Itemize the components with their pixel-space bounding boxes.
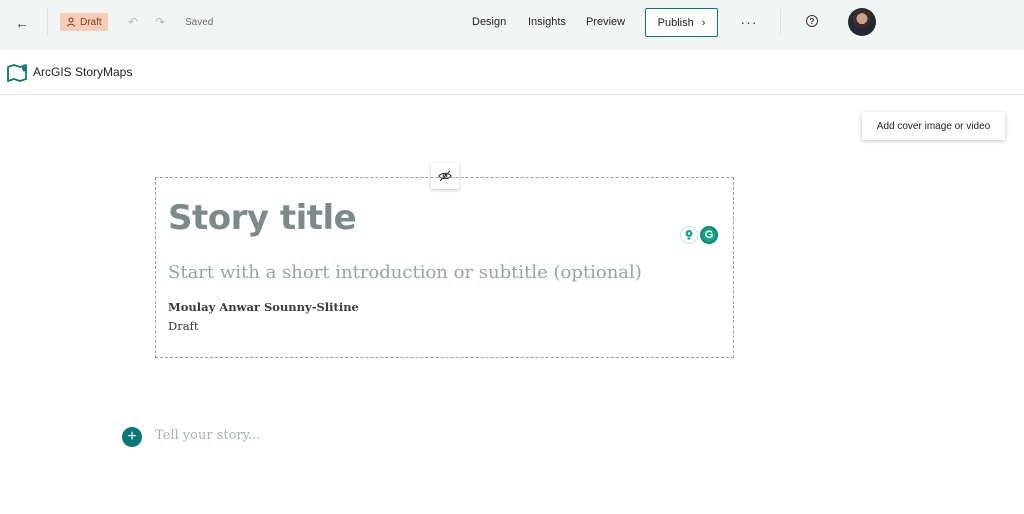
story-title-input[interactable]: Story title: [168, 198, 357, 238]
undo-icon: ↶: [127, 15, 139, 29]
plus-icon: +: [127, 428, 137, 445]
add-cover-button[interactable]: Add cover image or video: [862, 112, 1005, 140]
toolbar-divider: [780, 9, 781, 35]
publish-button[interactable]: Publish ›: [645, 8, 718, 37]
save-status: Saved: [185, 16, 214, 28]
help-button[interactable]: ?: [806, 15, 818, 27]
question-circle-icon: ?: [809, 16, 815, 26]
story-subtitle-input[interactable]: Start with a short introduction or subti…: [168, 262, 642, 283]
tab-preview[interactable]: Preview: [586, 12, 625, 32]
story-body-input[interactable]: Tell your story...: [155, 428, 261, 443]
brand-name: ArcGIS StoryMaps: [33, 65, 133, 79]
story-author: Moulay Anwar Sounny-Slitine: [168, 300, 359, 314]
publish-label: Publish: [657, 16, 694, 29]
status-badge-label: Draft: [80, 16, 102, 28]
grammarly-icon[interactable]: G: [700, 226, 718, 244]
redo-icon: ↷: [154, 15, 166, 29]
avatar[interactable]: [848, 8, 876, 36]
chevron-right-icon: ›: [701, 16, 706, 29]
add-block-button[interactable]: +: [122, 427, 142, 447]
story-cover-block: Story title G Start with a short introdu…: [155, 177, 734, 358]
tab-insights[interactable]: Insights: [528, 12, 566, 32]
grammarly-widget[interactable]: G: [680, 226, 718, 244]
status-badge: Draft: [60, 13, 108, 31]
top-toolbar: ← Draft ↶ ↷ Saved Design Insights Previe…: [0, 0, 1024, 50]
story-status: Draft: [168, 319, 199, 333]
lightbulb-icon[interactable]: [680, 226, 698, 244]
undo-button[interactable]: ↶: [124, 12, 142, 32]
brand-bar: ArcGIS StoryMaps: [0, 50, 1024, 95]
storymaps-logo-icon: [7, 64, 27, 82]
arrow-left-icon: ←: [15, 15, 29, 31]
redo-button[interactable]: ↷: [151, 12, 169, 32]
ellipsis-icon: ···: [740, 14, 758, 30]
toolbar-divider: [47, 9, 48, 35]
more-options-button[interactable]: ···: [738, 12, 760, 32]
person-icon: [67, 17, 75, 27]
tab-design[interactable]: Design: [472, 12, 506, 32]
back-button[interactable]: ←: [10, 11, 34, 35]
